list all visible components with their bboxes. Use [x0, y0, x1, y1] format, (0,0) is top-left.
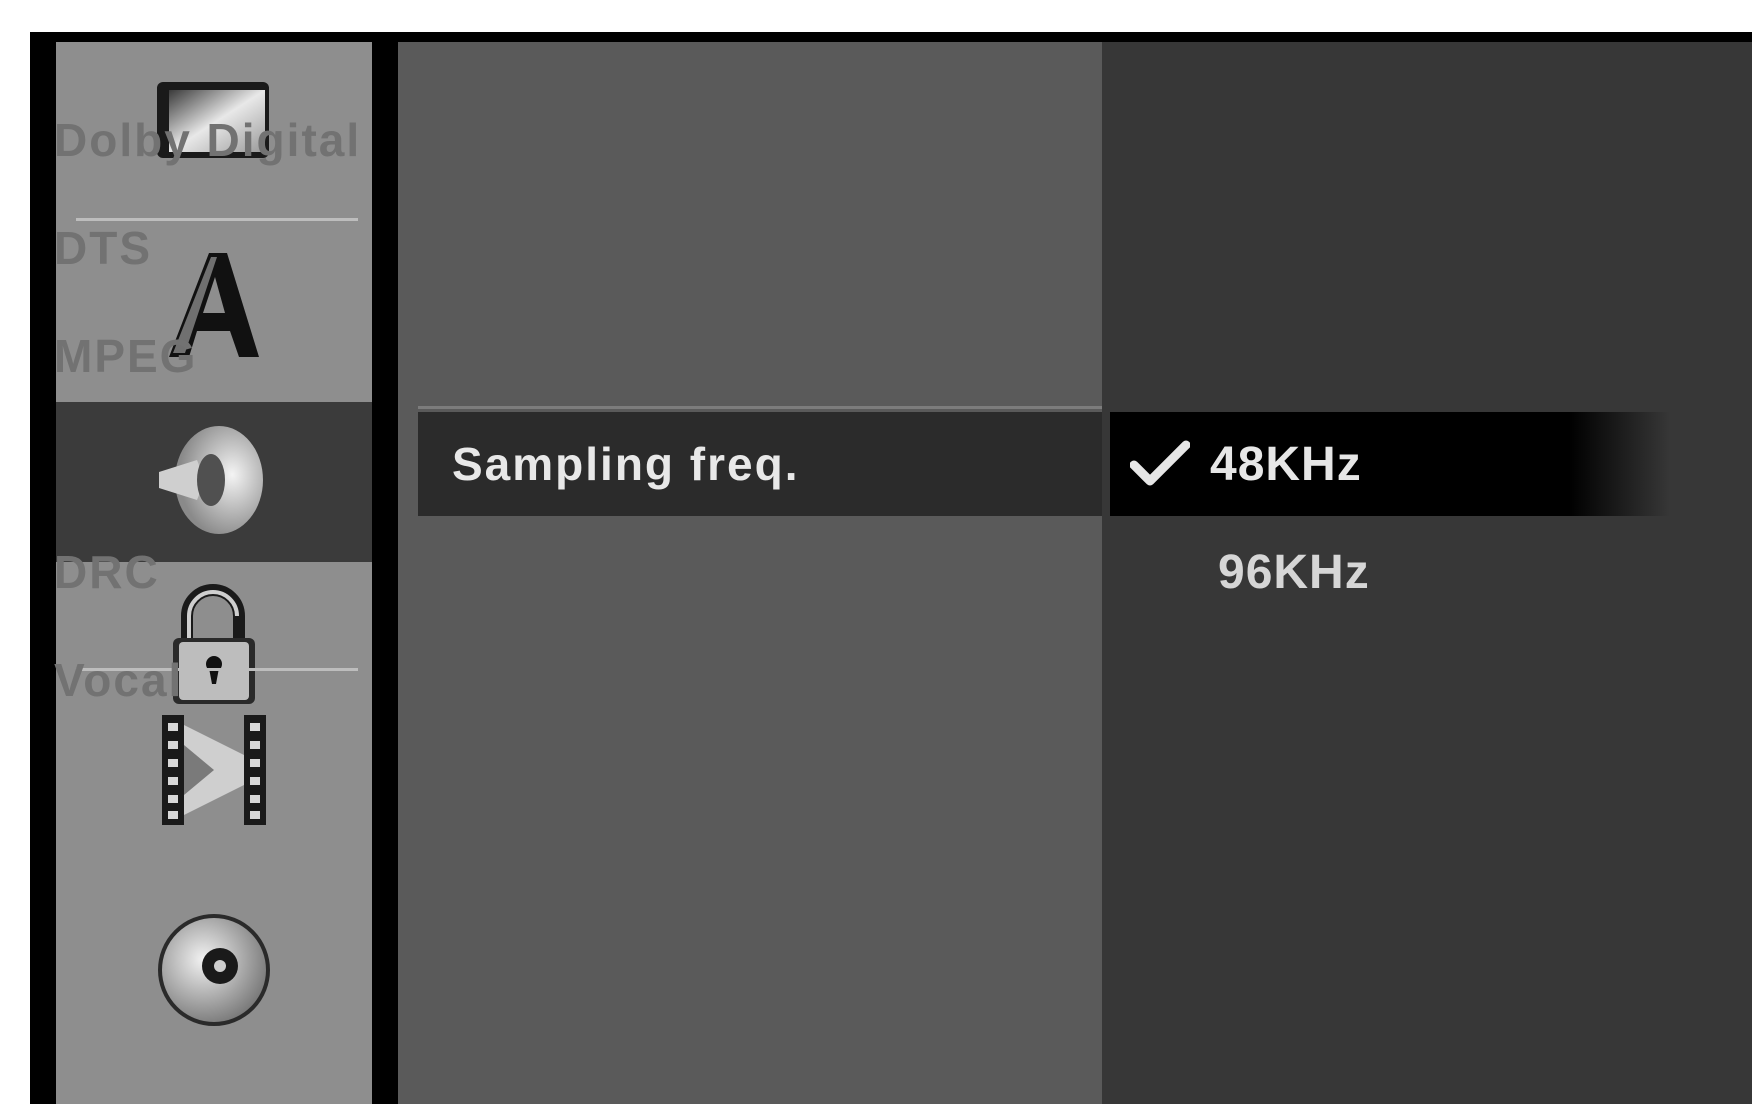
menu-item-drc[interactable]: DRC	[20, 520, 704, 624]
menu-item-vocal[interactable]: Vocal	[20, 628, 704, 732]
menu-item-dts[interactable]: DTS	[20, 196, 704, 300]
checkmark-icon	[1110, 439, 1210, 489]
menu-item-label: DTS	[54, 222, 152, 274]
menu-item-label: Vocal	[54, 654, 184, 706]
option-label: 48KHz	[1210, 437, 1362, 491]
disc-icon	[154, 910, 274, 1035]
menu-item-label: Sampling freq.	[452, 438, 800, 490]
menu-item-label: MPEG	[54, 330, 198, 382]
sidebar-item-disc[interactable]	[56, 882, 372, 1062]
menu-item-sampling-freq[interactable]: Sampling freq.	[418, 412, 1102, 516]
menu-item-dolby-digital[interactable]: Dolby Digital	[20, 88, 704, 192]
option-label: 96KHz	[1218, 545, 1370, 599]
menu-item-mpeg[interactable]: MPEG	[20, 304, 704, 408]
menu-separator	[418, 406, 1102, 409]
option-48khz[interactable]: 48KHz	[1110, 412, 1670, 516]
menu-item-label: Dolby Digital	[54, 114, 362, 166]
menu-item-label: DRC	[54, 546, 160, 598]
option-96khz[interactable]: 96KHz	[1110, 520, 1670, 624]
